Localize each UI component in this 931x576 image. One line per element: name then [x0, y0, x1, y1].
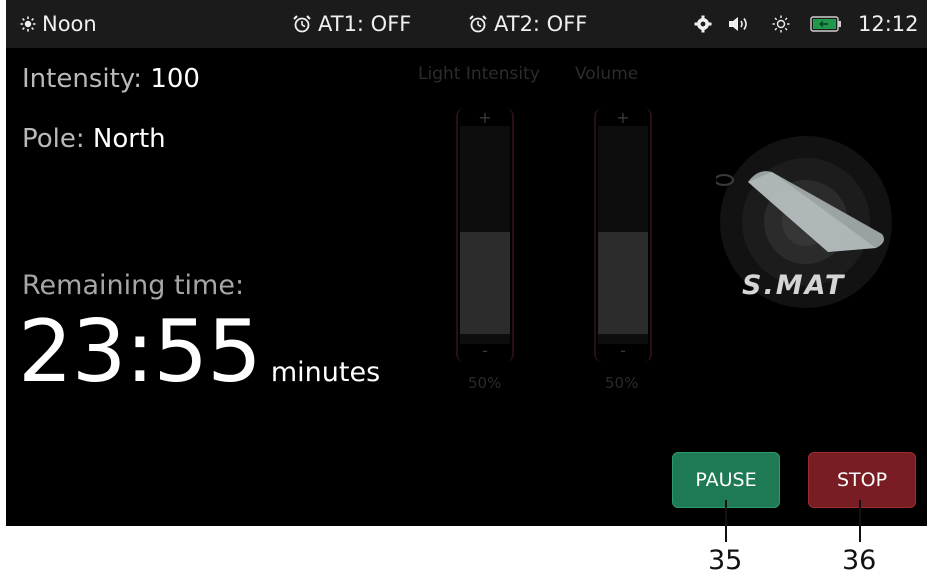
- callout-number-pause: 35: [708, 545, 743, 576]
- clock: 12:12: [858, 0, 919, 48]
- light-intensity-title: Light Intensity: [418, 64, 540, 84]
- alarm2-status[interactable]: AT2: OFF: [468, 0, 587, 48]
- slider-track: [598, 126, 648, 344]
- volume-slider[interactable]: + -: [594, 108, 652, 362]
- alarm1-status[interactable]: AT1: OFF: [292, 0, 411, 48]
- callout-line-stop: [859, 500, 861, 542]
- status-bar: Noon AT1: OFF AT2: OFF 12:12: [6, 0, 927, 48]
- remaining-time: 23:55 minutes: [18, 302, 380, 402]
- light-intensity-value: 50%: [468, 374, 502, 392]
- volume-value: 50%: [605, 374, 639, 392]
- remaining-time-value: 23:55: [18, 302, 262, 402]
- brightness-icon: [772, 15, 790, 33]
- pole-value: North: [92, 124, 166, 154]
- intensity-row: Intensity: 100: [22, 64, 200, 94]
- light-intensity-fill: [460, 232, 510, 334]
- mode-indicator: Noon: [20, 0, 97, 48]
- volume-title: Volume: [575, 64, 639, 84]
- settings-button[interactable]: [694, 0, 712, 48]
- pole-label: Pole:: [22, 124, 85, 154]
- volume-fill: [598, 232, 648, 334]
- clock-time: 12:12: [858, 12, 919, 36]
- light-decrease-button[interactable]: -: [456, 341, 514, 360]
- brightness-button[interactable]: [772, 0, 790, 48]
- speaker-icon: [728, 15, 752, 33]
- alarm1-label: AT1: OFF: [318, 12, 412, 36]
- alarm2-label: AT2: OFF: [494, 12, 588, 36]
- stop-button[interactable]: STOP: [808, 452, 916, 508]
- intensity-label: Intensity:: [22, 64, 143, 94]
- intensity-value: 100: [150, 64, 200, 94]
- light-intensity-slider[interactable]: + -: [456, 108, 514, 362]
- slider-track: [460, 126, 510, 344]
- light-increase-button[interactable]: +: [456, 108, 514, 127]
- remaining-time-unit: minutes: [270, 357, 381, 388]
- remaining-time-label: Remaining time:: [22, 270, 245, 301]
- battery-indicator: [810, 0, 842, 48]
- battery-icon: [810, 15, 842, 33]
- gear-icon: [694, 15, 712, 33]
- callout-number-stop: 36: [842, 545, 877, 576]
- sun-icon: [20, 16, 36, 32]
- pole-row: Pole: North: [22, 124, 166, 154]
- alarm-clock-icon: [292, 14, 312, 34]
- alarm-clock-icon: [468, 14, 488, 34]
- mode-label: Noon: [42, 12, 97, 36]
- device-screen: Noon AT1: OFF AT2: OFF 12:12 Intensity: …: [6, 0, 927, 526]
- smat-logo: S.MAT: [742, 270, 846, 301]
- volume-increase-button[interactable]: +: [594, 108, 652, 127]
- callout-line-pause: [725, 500, 727, 542]
- volume-button[interactable]: [728, 0, 752, 48]
- volume-decrease-button[interactable]: -: [594, 341, 652, 360]
